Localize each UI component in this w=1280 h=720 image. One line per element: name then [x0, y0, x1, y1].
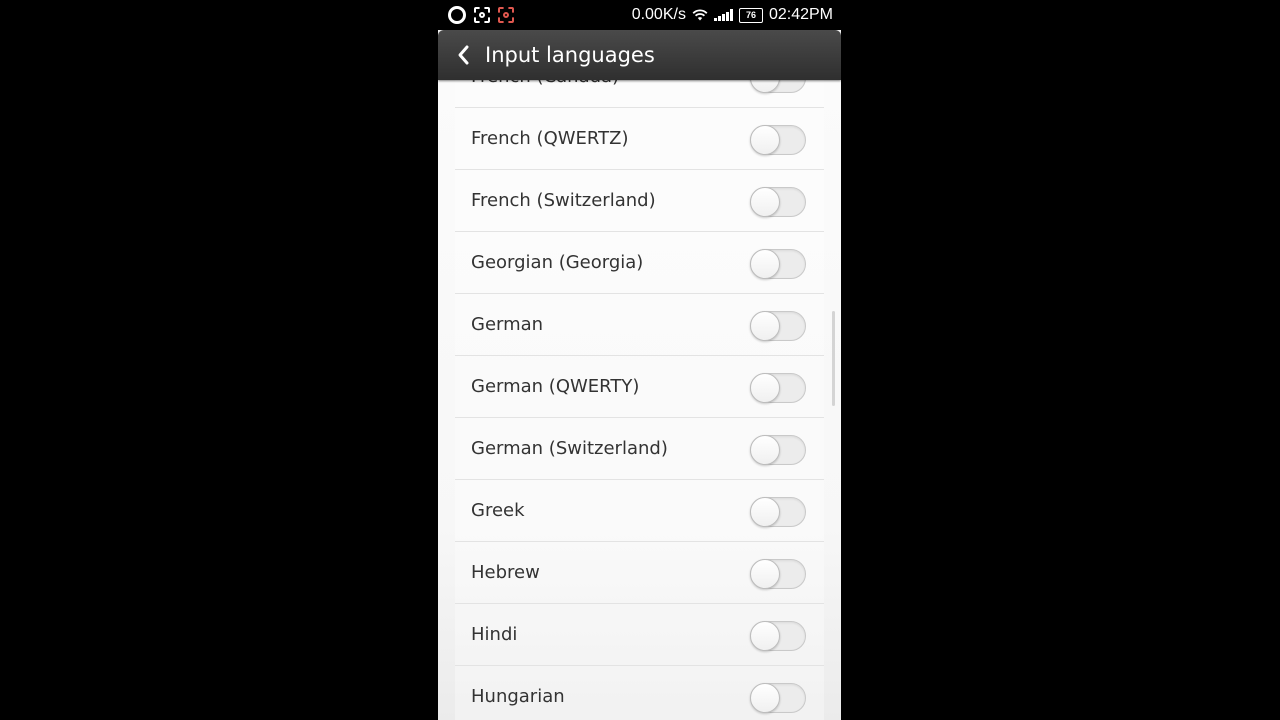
chevron-left-icon	[458, 45, 469, 65]
language-label: French (QWERTZ)	[471, 128, 629, 149]
notification-circle-icon	[448, 6, 466, 24]
status-bar-notifications	[448, 5, 514, 25]
list-item[interactable]: Hungarian	[455, 666, 824, 720]
language-label: German (Switzerland)	[471, 438, 668, 459]
language-list: French (Canada) French (QWERTZ) French (Sw…	[455, 80, 824, 720]
list-item[interactable]: Georgian (Georgia)	[455, 232, 824, 294]
list-item[interactable]: Hindi	[455, 604, 824, 666]
toggle-knob	[750, 187, 780, 217]
toggle-knob	[750, 373, 780, 403]
list-item[interactable]: French (Canada)	[455, 80, 824, 108]
screenshot-icon	[474, 7, 490, 23]
battery-icon: 76	[738, 7, 763, 23]
video-frame: 0.00K/s 76 02:42PM Input languages Frenc…	[0, 0, 1280, 720]
language-toggle[interactable]	[750, 435, 806, 465]
language-toggle[interactable]	[750, 559, 806, 589]
language-toggle[interactable]	[750, 311, 806, 341]
toggle-knob	[750, 311, 780, 341]
list-item[interactable]: German	[455, 294, 824, 356]
language-toggle[interactable]	[750, 621, 806, 651]
scrollbar[interactable]	[832, 311, 835, 406]
list-item[interactable]: Greek	[455, 480, 824, 542]
language-toggle[interactable]	[750, 125, 806, 155]
page-title: Input languages	[485, 43, 655, 67]
toggle-knob	[750, 683, 780, 713]
screen-record-icon	[498, 7, 514, 23]
status-bar-system: 0.00K/s 76 02:42PM	[632, 5, 833, 25]
title-bar: Input languages	[438, 30, 841, 80]
toggle-knob	[750, 249, 780, 279]
toggle-knob	[750, 80, 780, 93]
language-toggle[interactable]	[750, 373, 806, 403]
toggle-knob	[750, 435, 780, 465]
language-toggle[interactable]	[750, 187, 806, 217]
signal-icon	[713, 9, 733, 21]
toggle-knob	[750, 497, 780, 527]
language-label: Hindi	[471, 624, 518, 645]
toggle-knob	[750, 559, 780, 589]
language-label: Hebrew	[471, 562, 540, 583]
language-label: French (Canada)	[471, 80, 619, 108]
list-item[interactable]: German (Switzerland)	[455, 418, 824, 480]
language-label: French (Switzerland)	[471, 190, 656, 211]
language-label: Georgian (Georgia)	[471, 252, 644, 273]
language-label: Hungarian	[471, 686, 565, 707]
language-label: German	[471, 314, 544, 335]
language-toggle[interactable]	[750, 683, 806, 713]
language-toggle[interactable]	[750, 497, 806, 527]
list-item[interactable]: French (Switzerland)	[455, 170, 824, 232]
phone-screen: 0.00K/s 76 02:42PM Input languages Frenc…	[438, 0, 841, 720]
back-button[interactable]	[452, 42, 476, 68]
wifi-icon	[692, 9, 708, 21]
toggle-knob	[750, 621, 780, 651]
list-item[interactable]: French (QWERTZ)	[455, 108, 824, 170]
language-label: German (QWERTY)	[471, 376, 640, 397]
list-item[interactable]: Hebrew	[455, 542, 824, 604]
list-item[interactable]: German (QWERTY)	[455, 356, 824, 418]
language-label: Greek	[471, 500, 525, 521]
status-bar: 0.00K/s 76 02:42PM	[438, 0, 841, 30]
clock: 02:42PM	[768, 6, 833, 23]
toggle-knob	[750, 125, 780, 155]
language-toggle[interactable]	[750, 249, 806, 279]
language-list-container[interactable]: French (Canada) French (QWERTZ) French (Sw…	[438, 80, 841, 720]
language-toggle[interactable]	[750, 80, 806, 93]
net-speed: 0.00K/s	[631, 6, 686, 23]
